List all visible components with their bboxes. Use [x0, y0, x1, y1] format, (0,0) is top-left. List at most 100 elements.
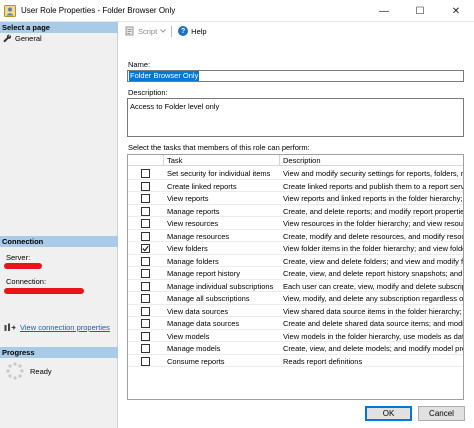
- script-dropdown-chevron-icon: [160, 29, 167, 33]
- task-name-cell: Manage all subscriptions: [167, 294, 250, 303]
- view-connection-properties-row: View connection properties: [4, 323, 110, 332]
- connection-header: Connection: [0, 236, 118, 247]
- close-button[interactable]: ✕: [438, 0, 474, 22]
- description-label: Description:: [128, 88, 168, 97]
- table-row[interactable]: Create linked reports Create linked repor…: [128, 180, 464, 192]
- server-label: Server:: [6, 253, 31, 262]
- toolbar-separator: [171, 25, 173, 37]
- column-header-check[interactable]: [128, 155, 164, 166]
- script-button[interactable]: Script: [125, 26, 167, 36]
- ok-button[interactable]: OK: [365, 406, 412, 421]
- left-panel: Select a page General Connection Server:…: [0, 22, 118, 428]
- table-row[interactable]: Manage folders Create, view and delete fo…: [128, 255, 464, 267]
- table-row[interactable]: Manage reports Create, and delete reports…: [128, 205, 464, 217]
- table-row[interactable]: View resources View resources in the fold…: [128, 217, 464, 230]
- server-value-redaction: [4, 263, 42, 269]
- task-description-cell: Create, view, and delete models; and mod…: [283, 344, 464, 353]
- table-row[interactable]: View reports View reports and linked repo…: [128, 192, 464, 205]
- task-name-cell: Manage report history: [167, 269, 240, 278]
- help-label: Help: [191, 26, 207, 36]
- tasks-table-header: Task Description: [128, 155, 463, 166]
- task-description-cell: Reads report definitions: [283, 356, 363, 366]
- connection-label: Connection:: [6, 277, 47, 286]
- maximize-button[interactable]: ☐: [402, 0, 438, 22]
- task-checkbox[interactable]: [141, 219, 150, 228]
- description-input[interactable]: Access to Folder level only: [127, 98, 464, 137]
- window-title: User Role Properties - Folder Browser On…: [21, 6, 176, 15]
- column-header-description[interactable]: Description: [280, 155, 463, 166]
- help-icon: ?: [178, 26, 189, 36]
- ready-label: Ready: [30, 366, 52, 376]
- user-role-icon: [4, 5, 16, 17]
- task-name-cell: Manage folders: [167, 256, 219, 266]
- progress-spinner-icon: [6, 362, 24, 380]
- task-description-cell: Create linked reports and publish them t…: [283, 181, 464, 191]
- table-row[interactable]: View data sources View shared data source…: [128, 305, 463, 317]
- wrench-icon: [3, 34, 12, 43]
- view-connection-properties-link[interactable]: View connection properties: [20, 323, 110, 332]
- task-checkbox[interactable]: [141, 294, 150, 303]
- description-input-value: Access to Folder level only: [130, 102, 220, 111]
- task-name-cell: View models: [167, 331, 210, 341]
- task-description-cell: Create, and delete reports; and modify r…: [283, 206, 464, 216]
- task-description-cell: View resources in the folder hierarchy; …: [283, 219, 464, 228]
- table-row[interactable]: Manage resources Create, modify and delet…: [128, 230, 464, 242]
- toolbar: Script ? Help: [119, 22, 474, 40]
- task-checkbox[interactable]: [141, 269, 150, 278]
- progress-status: Ready: [6, 362, 52, 380]
- table-row[interactable]: View models View models in the folder hie…: [128, 330, 464, 342]
- task-checkbox[interactable]: [141, 256, 150, 266]
- task-name-cell: View resources: [167, 219, 219, 228]
- minimize-button[interactable]: —: [366, 0, 402, 22]
- name-input[interactable]: Folder Browser Only: [127, 70, 464, 82]
- table-row[interactable]: Manage models Create, view, and delete mo…: [128, 342, 464, 355]
- task-description-cell: View and modify security settings for re…: [283, 169, 464, 178]
- script-label: Script: [138, 26, 158, 36]
- task-name-cell: View data sources: [167, 306, 229, 316]
- task-description-cell: View models in the folder hierarchy, use…: [283, 331, 464, 341]
- task-description-cell: Create, view, and delete report history …: [283, 269, 464, 278]
- task-checkbox[interactable]: [141, 306, 150, 316]
- table-row[interactable]: Manage data sources Create and delete sha…: [128, 317, 463, 330]
- task-name-cell: Consume reports: [167, 356, 225, 366]
- connection-properties-icon: [4, 323, 16, 331]
- task-name-cell: View folders: [167, 244, 208, 253]
- task-checkbox[interactable]: [141, 194, 150, 203]
- progress-header: Progress: [0, 347, 118, 358]
- table-row[interactable]: Consume reports Reads report definitions: [128, 355, 463, 367]
- task-description-cell: Each user can create, view, modify and d…: [283, 281, 464, 291]
- task-description-cell: Create, modify and delete resources, and…: [283, 231, 464, 241]
- task-checkbox[interactable]: [141, 356, 150, 366]
- task-checkbox[interactable]: [141, 231, 150, 241]
- help-button[interactable]: ? Help: [178, 26, 207, 36]
- task-description-cell: Create, view and delete folders; and vie…: [283, 256, 464, 266]
- task-name-cell: Set security for individual items: [167, 169, 271, 178]
- task-checkbox[interactable]: [141, 206, 150, 216]
- tasks-table-body: Set security for individual items View an…: [128, 167, 464, 367]
- task-name-cell: Manage individual subscriptions: [167, 281, 274, 291]
- checkmark-icon: [142, 245, 149, 252]
- table-row[interactable]: Manage all subscriptions View, modify, an…: [128, 292, 463, 305]
- task-name-cell: Manage models: [167, 344, 221, 353]
- table-row[interactable]: Set security for individual items View an…: [128, 167, 464, 180]
- page-item-general-label: General: [15, 34, 42, 43]
- name-input-value: Folder Browser Only: [129, 71, 200, 81]
- task-checkbox[interactable]: [141, 244, 150, 253]
- task-checkbox[interactable]: [141, 169, 150, 178]
- table-row[interactable]: Manage report history Create, view, and d…: [128, 267, 464, 280]
- tasks-table: Task Description Set security for indivi…: [127, 154, 464, 400]
- table-row[interactable]: View folders View folder items in the fol…: [128, 242, 463, 255]
- task-description-cell: View reports and linked reports in the f…: [283, 194, 464, 203]
- table-row[interactable]: Manage individual subscriptions Each user…: [128, 280, 464, 292]
- task-checkbox[interactable]: [141, 331, 150, 341]
- cancel-button[interactable]: Cancel: [418, 406, 465, 421]
- task-name-cell: Manage reports: [167, 206, 220, 216]
- page-item-general[interactable]: General: [3, 34, 42, 43]
- tasks-label: Select the tasks that members of this ro…: [128, 143, 310, 152]
- task-checkbox[interactable]: [141, 181, 150, 191]
- column-header-task[interactable]: Task: [164, 155, 280, 166]
- task-checkbox[interactable]: [141, 344, 150, 353]
- task-checkbox[interactable]: [141, 319, 150, 328]
- name-label: Name:: [128, 60, 151, 69]
- task-checkbox[interactable]: [141, 281, 150, 291]
